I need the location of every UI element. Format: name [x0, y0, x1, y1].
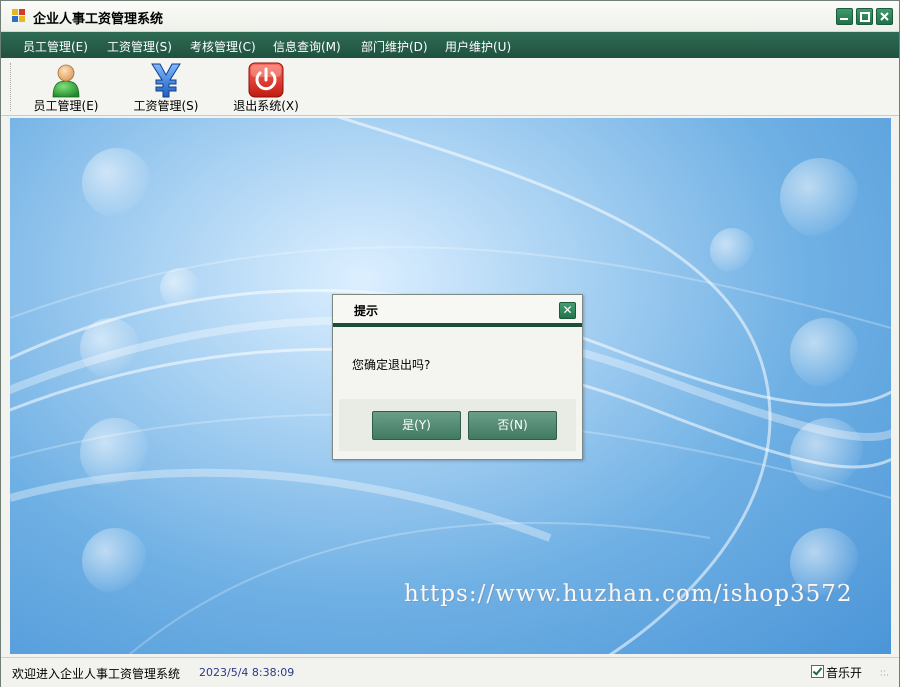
decorative-bubble	[80, 418, 150, 488]
decorative-bubble	[790, 318, 860, 388]
confirm-exit-dialog: 提示 ✕ 您确定退出吗? 是(Y) 否(N)	[332, 294, 583, 460]
maximize-button[interactable]	[856, 8, 873, 25]
toolbar: 员工管理(E) 工资管理(S) 退出系统(X)	[1, 59, 899, 116]
music-checkbox-label[interactable]: 音乐开	[826, 664, 862, 681]
status-datetime: 2023/5/4 8:38:09	[199, 666, 295, 679]
main-window: 企业人事工资管理系统 员工管理(E) 工资管理(S) 考核管理(C) 信息查询(…	[0, 0, 900, 687]
toolbar-employee-label: 员工管理(E)	[33, 99, 99, 113]
watermark-text: https://www.huzhan.com/ishop3572	[404, 581, 853, 607]
yen-icon	[151, 63, 181, 98]
minimize-icon	[840, 18, 848, 20]
resize-grip-icon[interactable]: · · · · ·	[880, 668, 892, 682]
status-welcome-text: 欢迎进入企业人事工资管理系统	[12, 667, 181, 681]
dialog-close-button[interactable]: ✕	[559, 302, 576, 319]
dialog-button-area: 是(Y) 否(N)	[339, 399, 576, 451]
maximize-icon	[860, 12, 870, 22]
yes-button[interactable]: 是(Y)	[372, 411, 461, 440]
dialog-title-divider	[333, 323, 582, 327]
dialog-message: 您确定退出吗?	[352, 358, 431, 372]
no-button[interactable]: 否(N)	[468, 411, 557, 440]
decorative-bubble	[82, 148, 152, 218]
menu-salary[interactable]: 工资管理(S)	[107, 38, 172, 55]
close-icon: ✕	[562, 303, 573, 317]
window-title: 企业人事工资管理系统	[33, 12, 164, 27]
menu-employee[interactable]: 员工管理(E)	[23, 38, 88, 55]
menu-assessment[interactable]: 考核管理(C)	[190, 38, 256, 55]
dialog-title: 提示	[354, 304, 379, 318]
decorative-bubble	[790, 418, 865, 493]
minimize-button[interactable]	[836, 8, 853, 25]
toolbar-employee-button[interactable]: 员工管理(E)	[20, 59, 112, 115]
toolbar-grip[interactable]	[10, 63, 13, 111]
power-icon	[248, 62, 284, 98]
toolbar-salary-label: 工资管理(S)	[133, 99, 199, 113]
music-checkbox[interactable]	[811, 665, 824, 678]
close-icon	[880, 12, 889, 21]
dialog-title-bar[interactable]: 提示 ✕	[333, 295, 582, 323]
person-icon	[52, 64, 80, 98]
title-bar[interactable]: 企业人事工资管理系统	[1, 1, 899, 32]
decorative-bubble	[710, 228, 755, 273]
app-icon	[12, 9, 26, 23]
decorative-bubble	[160, 268, 200, 308]
decorative-bubble	[780, 158, 860, 238]
status-bar: 欢迎进入企业人事工资管理系统 2023/5/4 8:38:09 音乐开 · · ·…	[1, 657, 899, 687]
toolbar-exit-label: 退出系统(X)	[233, 99, 299, 113]
decorative-bubble	[80, 318, 140, 378]
menu-department[interactable]: 部门维护(D)	[361, 38, 428, 55]
close-window-button[interactable]	[876, 8, 893, 25]
toolbar-exit-button[interactable]: 退出系统(X)	[220, 59, 312, 115]
menu-bar: 员工管理(E) 工资管理(S) 考核管理(C) 信息查询(M) 部门维护(D) …	[1, 32, 899, 58]
toolbar-salary-button[interactable]: 工资管理(S)	[120, 59, 212, 115]
decorative-bubble	[82, 528, 148, 594]
menu-query[interactable]: 信息查询(M)	[273, 38, 341, 55]
menu-user[interactable]: 用户维护(U)	[445, 38, 511, 55]
